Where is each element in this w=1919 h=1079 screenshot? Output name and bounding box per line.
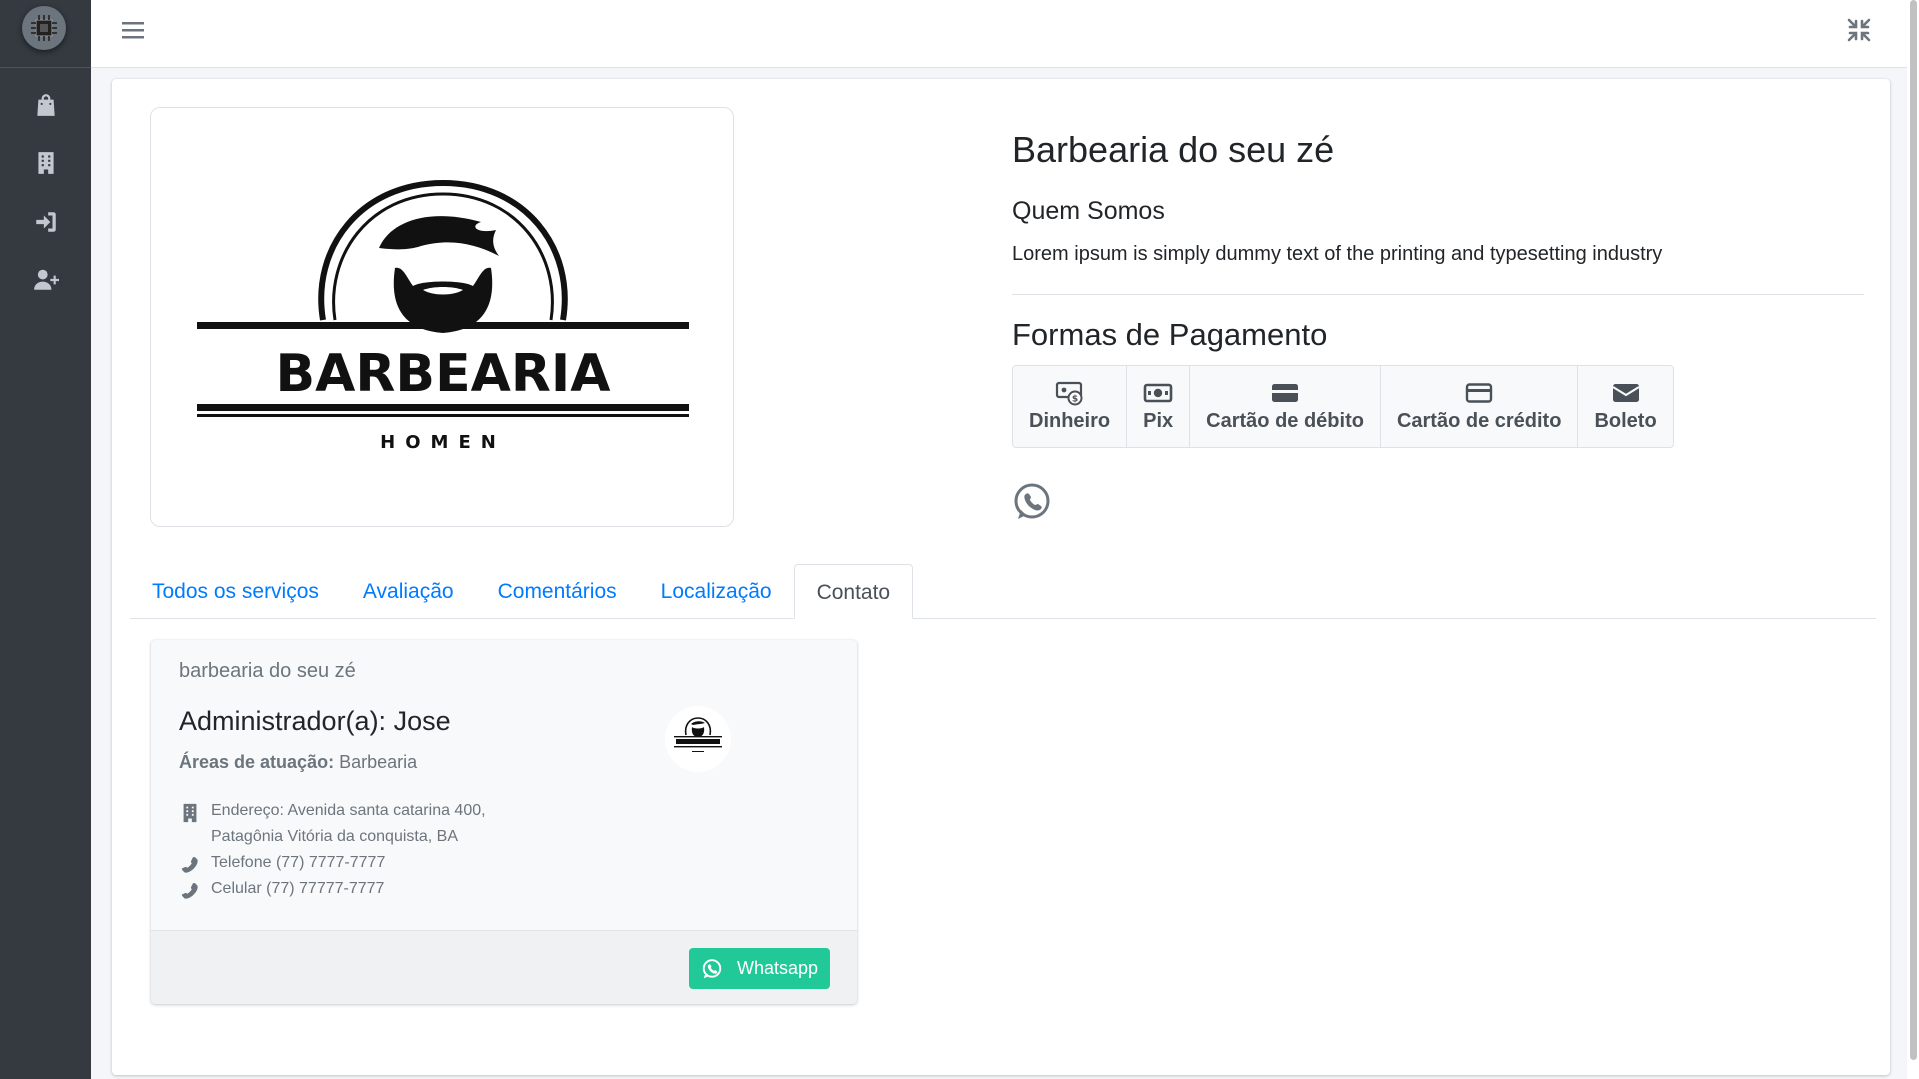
shopping-bag-icon[interactable] xyxy=(0,80,91,130)
contact-admin: Administrador(a): Jose xyxy=(179,706,451,736)
cpu-logo-icon[interactable] xyxy=(22,6,66,50)
contact-areas: Áreas de atuação: Barbearia xyxy=(179,752,417,773)
payment-cartao-debito[interactable]: Cartão de débito xyxy=(1190,366,1381,447)
tab-comentarios[interactable]: Comentários xyxy=(476,564,639,619)
whatsapp-button[interactable]: Whatsapp xyxy=(688,948,830,989)
address-row-2: Patagônia Vitória da conquista, BA xyxy=(179,828,486,854)
logo-title: BARBEARIA xyxy=(276,344,611,404)
tab-bar: Todos os serviços Avaliação Comentários … xyxy=(130,564,1876,619)
payment-label: Dinheiro xyxy=(1029,410,1111,432)
contact-card-footer: Whatsapp xyxy=(151,930,857,1004)
payment-dinheiro[interactable]: $ Dinheiro xyxy=(1013,366,1128,447)
debit-card-icon xyxy=(1272,384,1299,402)
boleto-icon xyxy=(1611,384,1640,402)
sidebar-divider xyxy=(0,67,91,68)
areas-value: Barbearia xyxy=(339,752,418,772)
whatsapp-icon[interactable] xyxy=(1012,482,1052,522)
scrollbar-thumb[interactable] xyxy=(1910,0,1917,1060)
payment-title: Formas de Pagamento xyxy=(1012,317,1328,352)
divider xyxy=(1012,294,1864,295)
phone-row: Telefone (77) 7777-7777 xyxy=(179,854,486,880)
payment-pix[interactable]: Pix xyxy=(1127,366,1191,447)
content-card: BARBEARIA HOMEN Barbearia do seu zé Quem… xyxy=(112,79,1890,1075)
payment-label: Cartão de crédito xyxy=(1396,410,1562,432)
shop-title: Barbearia do seu zé xyxy=(1012,129,1335,170)
payment-boleto[interactable]: Boleto xyxy=(1578,366,1672,447)
avatar xyxy=(665,706,731,772)
contact-details: Endereço: Avenida santa catarina 400, Pa… xyxy=(179,802,486,906)
barbershop-logo: BARBEARIA HOMEN xyxy=(150,107,734,527)
hamburger-menu-icon[interactable] xyxy=(119,16,147,44)
scrollbar[interactable] xyxy=(1907,0,1919,1079)
payment-methods: $ Dinheiro Pix Cartão de débito Cartão d… xyxy=(1012,365,1674,448)
top-navbar xyxy=(91,0,1919,68)
whatsapp-label: Whatsapp xyxy=(736,958,818,978)
about-title: Quem Somos xyxy=(1012,197,1165,225)
mobile-text: Celular (77) 77777-7777 xyxy=(211,880,385,897)
logo-subtitle: HOMEN xyxy=(380,432,506,453)
user-plus-icon[interactable] xyxy=(0,255,91,305)
tab-localizacao[interactable]: Localização xyxy=(639,564,794,619)
areas-label: Áreas de atuação: xyxy=(179,752,335,772)
money-icon: $ xyxy=(1055,381,1083,406)
phone-text: Telefone (77) 7777-7777 xyxy=(211,854,386,871)
contact-header: barbearia do seu zé xyxy=(179,660,356,682)
svg-text:$: $ xyxy=(1071,395,1077,405)
phone-icon xyxy=(181,882,198,899)
sidebar xyxy=(0,0,91,1079)
mobile-row: Celular (77) 77777-7777 xyxy=(179,880,486,906)
contact-card: barbearia do seu zé Administrador(a): Jo… xyxy=(151,640,857,1004)
building-icon xyxy=(183,803,197,823)
payment-cartao-credito[interactable]: Cartão de crédito xyxy=(1381,366,1579,447)
about-text: Lorem ipsum is simply dummy text of the … xyxy=(1012,243,1663,265)
compress-icon[interactable] xyxy=(1845,16,1873,44)
address-row: Endereço: Avenida santa catarina 400, xyxy=(179,802,486,828)
tab-avaliacao[interactable]: Avaliação xyxy=(341,564,476,619)
address-line1: Endereço: Avenida santa catarina 400, xyxy=(211,802,486,819)
tab-todos-os-servicos[interactable]: Todos os serviços xyxy=(130,564,341,619)
pix-icon xyxy=(1143,383,1173,403)
phone-icon xyxy=(181,856,198,873)
payment-label: Cartão de débito xyxy=(1206,410,1364,432)
whatsapp-icon xyxy=(702,958,722,978)
payment-label: Boleto xyxy=(1594,410,1657,432)
payment-label: Pix xyxy=(1143,410,1174,432)
credit-card-icon xyxy=(1465,383,1493,403)
tab-contato[interactable]: Contato xyxy=(793,564,914,619)
building-icon[interactable] xyxy=(0,138,91,188)
address-line2: Patagônia Vitória da conquista, BA xyxy=(211,828,458,845)
sign-in-icon[interactable] xyxy=(0,197,91,247)
